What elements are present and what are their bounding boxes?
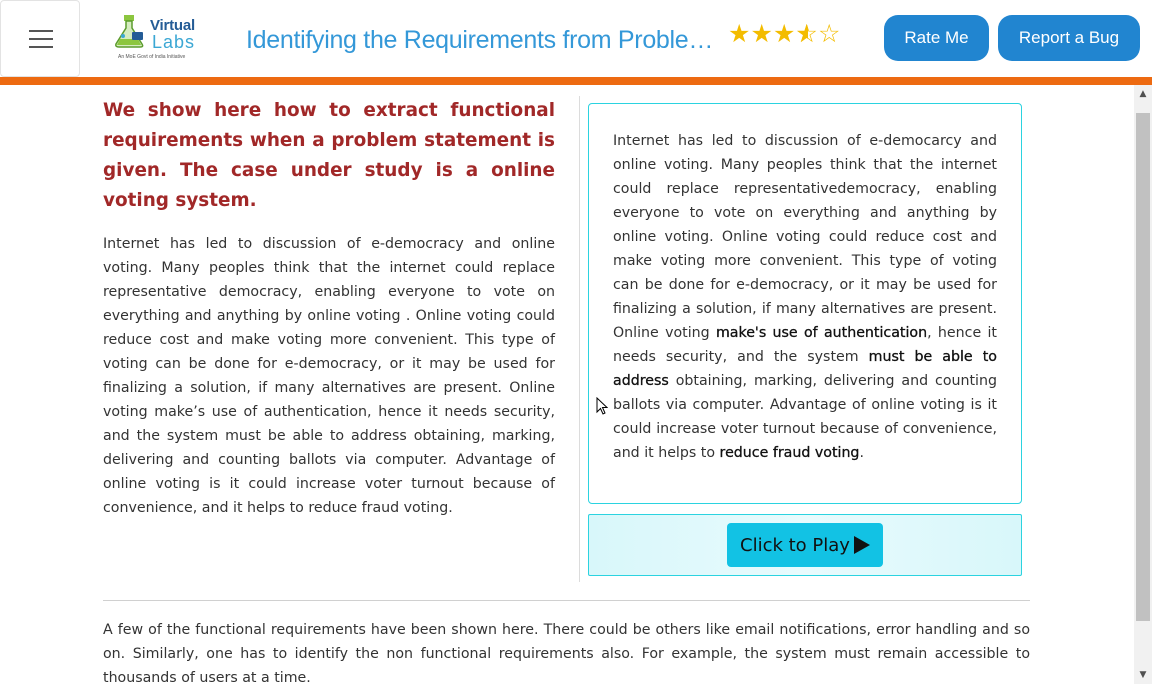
header-accent-bar [0, 77, 1152, 85]
summary-text: A few of the functional requirements hav… [103, 622, 1030, 686]
statement-text-part: Internet has led to discussion of e-demo… [613, 133, 997, 341]
play-button-label: Click to Play [740, 534, 850, 556]
menu-icon-line [29, 30, 53, 32]
report-bug-button[interactable]: Report a Bug [998, 15, 1140, 61]
play-icon [853, 536, 870, 554]
vertical-scrollbar[interactable]: ▲ ▼ [1134, 85, 1152, 684]
highlighted-statement-panel: Internet has led to discussion of e-demo… [588, 103, 1022, 504]
scrollbar-thumb[interactable] [1136, 113, 1150, 621]
star-filled-icon: ★ [773, 19, 796, 48]
star-filled-icon: ★ [750, 19, 773, 48]
problem-statement-text: Internet has led to discussion of e-demo… [103, 236, 555, 516]
section-divider [103, 600, 1030, 601]
rate-me-button[interactable]: Rate Me [884, 15, 989, 61]
statement-text-part: . [859, 445, 864, 461]
column-divider [579, 96, 580, 582]
click-to-play-button[interactable]: Click to Play [727, 523, 883, 567]
highlighted-statement-text: Internet has led to discussion of e-demo… [613, 129, 997, 465]
star-empty-icon: ☆ [818, 19, 841, 48]
play-controls-panel: Click to Play [588, 514, 1022, 576]
hamburger-menu-button[interactable] [0, 0, 80, 77]
star-half-icon: ☆ ★ [795, 19, 818, 48]
scroll-down-arrow-icon[interactable]: ▼ [1134, 666, 1152, 684]
requirement-highlight: make's use of authentication [715, 325, 928, 341]
section-heading: We show here how to extract functional r… [103, 100, 555, 211]
page-title: Identifying the Requirements from Proble… [246, 26, 721, 54]
scroll-up-arrow-icon[interactable]: ▲ [1134, 85, 1152, 103]
menu-icon-line [29, 46, 53, 48]
star-filled-icon: ★ [728, 19, 751, 48]
logo-word-labs: Labs [152, 32, 196, 52]
mouse-cursor-icon [596, 397, 608, 415]
rating-stars: ★★★☆ ★ ☆ [728, 19, 841, 49]
header: Virtual Labs An MoE Govt of India Initia… [0, 0, 1152, 77]
virtual-labs-logo[interactable]: Virtual Labs An MoE Govt of India Initia… [110, 12, 202, 64]
requirement-highlight: reduce fraud voting [719, 445, 860, 461]
menu-icon-line [29, 38, 53, 40]
logo-tagline: An MoE Govt of India Initiative [118, 54, 186, 60]
flask-icon [115, 15, 144, 48]
